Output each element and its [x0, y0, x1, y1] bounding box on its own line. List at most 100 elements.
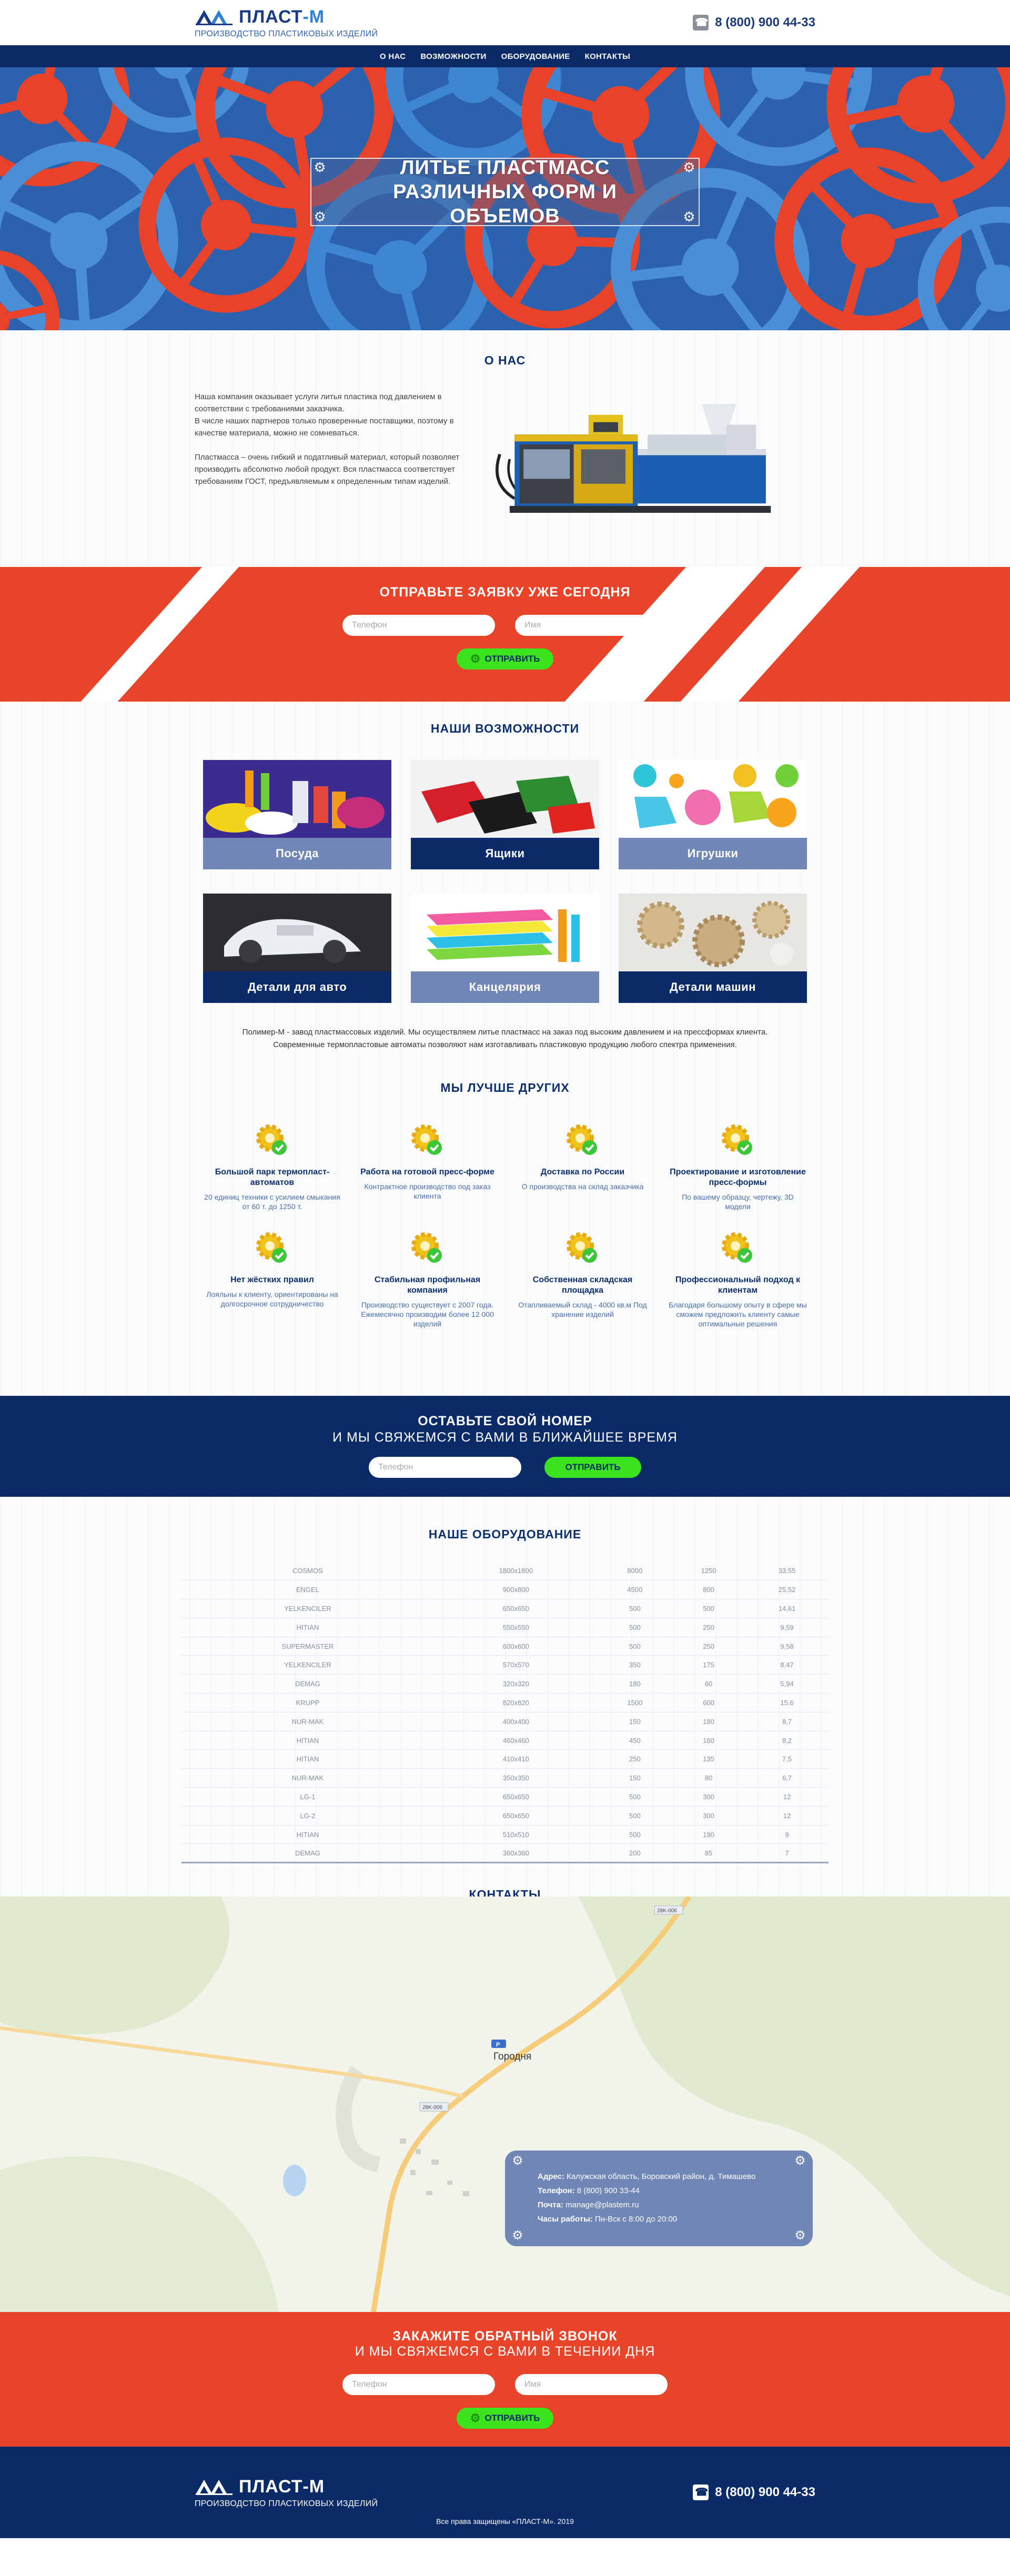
equipment-title: НАШЕ ОБОРУДОВАНИЕ: [428, 1527, 582, 1541]
logo-mark-icon: [196, 10, 233, 25]
gear-icon: ⚙: [683, 159, 695, 175]
footer-phone[interactable]: 8 (800) 900 44-33: [693, 2484, 815, 2500]
table-cell: 5,94: [745, 1674, 829, 1694]
table-cell: YELKENCILER: [181, 1655, 434, 1675]
advantage-item: Работа на готовой пресс-форме Контрактное…: [350, 1121, 505, 1211]
submit-button[interactable]: ⚙ ОТПРАВИТЬ: [457, 2408, 553, 2429]
table-cell: 85: [671, 1843, 746, 1864]
advantage-desc: Лояльны к клиенту, ориентированы на долг…: [206, 1290, 338, 1308]
table-cell: 650x650: [433, 1599, 598, 1618]
table-cell: 7,5: [745, 1749, 829, 1769]
phone-input[interactable]: [369, 1457, 521, 1478]
advantage-desc: 20 единиц техники с усилием смыкания от …: [204, 1193, 340, 1211]
capability-card-boxes[interactable]: Ящики: [411, 760, 599, 869]
table-cell: 650x650: [433, 1787, 598, 1807]
about-title: О НАС: [484, 353, 526, 367]
capability-card-toys[interactable]: Игрушки: [619, 760, 807, 869]
toys-image: [619, 760, 807, 838]
callback-title: ЗАКАЖИТЕ ОБРАТНЫЙ ЗВОНОК: [392, 2329, 618, 2344]
table-cell: 550x550: [433, 1618, 598, 1637]
capability-card-machine-parts[interactable]: Детали машин: [619, 894, 807, 1003]
table-cell: 12: [745, 1787, 829, 1807]
equipment-section: НАШЕ ОБОРУДОВАНИЕ COSMOS 1800x1800 8000 125…: [0, 1497, 1010, 1901]
table-cell: 180: [598, 1674, 672, 1694]
header-phone[interactable]: 8 (800) 900 44-33: [693, 15, 815, 31]
nav-equipment[interactable]: ОБОРУДОВАНИЕ: [501, 52, 570, 61]
nav-about[interactable]: О НАС: [380, 52, 406, 61]
auto-parts-image: [203, 894, 391, 971]
capability-label: Детали машин: [619, 971, 807, 1003]
table-cell: 8000: [598, 1561, 672, 1581]
advantage-desc: Производство существует с 2007 года. Еже…: [361, 1301, 494, 1328]
capability-card-auto-parts[interactable]: Детали для авто: [203, 894, 391, 1003]
table-cell: 350x350: [433, 1768, 598, 1788]
order-form-title: ОТПРАВЬТЕ ЗАЯВКУ УЖЕ СЕГОДНЯ: [379, 585, 631, 600]
about-paragraph: Пластмасса – очень гибкий и податливый м…: [195, 453, 460, 486]
table-cell: 500: [598, 1637, 672, 1656]
map[interactable]: 28K-006 28K-006 Р Городня: [0, 1896, 1010, 2312]
capability-card-stationery[interactable]: Канцелярия: [411, 894, 599, 1003]
dishes-image: [203, 760, 391, 838]
table-cell: HITIAN: [181, 1731, 434, 1750]
table-cell: 8,47: [745, 1655, 829, 1675]
gear-icon: ⚙: [683, 209, 695, 225]
table-row: KRUPP 820x820 1500 600 15,6: [181, 1693, 829, 1712]
submit-button[interactable]: ОТПРАВИТЬ: [544, 1457, 641, 1478]
table-cell: 25,52: [745, 1580, 829, 1600]
table-cell: HITIAN: [181, 1749, 434, 1769]
footer-logo[interactable]: ПЛАСТ-М ПРОИЗВОДСТВО ПЛАСТИКОВЫХ ИЗДЕЛИЙ: [195, 2477, 378, 2509]
contact-email[interactable]: Почта: manage@plastem.ru: [538, 2198, 813, 2212]
svg-text:Р: Р: [496, 2042, 500, 2048]
svg-text:28K-006: 28K-006: [422, 2105, 442, 2111]
table-cell: 15,6: [745, 1693, 829, 1712]
table-cell: 8,7: [745, 1712, 829, 1731]
table-row: HITIAN 510x510 500 190 9: [181, 1825, 829, 1844]
table-cell: 600: [671, 1693, 746, 1712]
submit-button[interactable]: ⚙ ОТПРАВИТЬ: [457, 648, 553, 670]
advantage-desc: Отапливаемый склад - 4000 кв.м Под хране…: [518, 1301, 647, 1319]
contact-phone[interactable]: Телефон: 8 (800) 900 33-44: [538, 2184, 813, 2198]
gear-icon: ⚙: [314, 209, 326, 225]
table-cell: LG-1: [181, 1787, 434, 1807]
table-cell: 500: [598, 1618, 672, 1637]
table-cell: 1250: [671, 1561, 746, 1581]
table-cell: 300: [671, 1806, 746, 1825]
capabilities-description: Полимер-М - завод пластмассовых изделий.…: [242, 1028, 768, 1049]
table-cell: 320x320: [433, 1674, 598, 1694]
name-input[interactable]: [515, 615, 668, 636]
contact-hours: Часы работы: Пн-Вск с 8:00 до 20:00: [538, 2215, 678, 2224]
name-input[interactable]: [515, 2374, 668, 2395]
advantage-item: Проектирование и изготовление пресс-форм…: [660, 1121, 815, 1211]
advantage-title: Собственная складская площадка: [532, 1275, 633, 1295]
table-cell: 450: [598, 1731, 672, 1750]
logo-mark-icon: [196, 2480, 233, 2495]
table-row: DEMAG 320x320 180 60 5,94: [181, 1674, 829, 1694]
logo-name: ПЛАСТ-М: [239, 2476, 325, 2497]
site-header: ПЛАСТ-М ПРОИЗВОДСТВО ПЛАСТИКОВЫХ ИЗДЕЛИЙ…: [0, 0, 1010, 45]
table-cell: 135: [671, 1749, 746, 1769]
table-row: YELKENCILER 570x570 350 175 8,47: [181, 1655, 829, 1675]
callback-blue-section: ОСТАВЬТЕ СВОЙ НОМЕР И МЫ СВЯЖЕМСЯ С ВАМИ…: [0, 1396, 1010, 1497]
machine-parts-image: [619, 894, 807, 971]
table-cell: YELKENCILER: [181, 1599, 434, 1618]
phone-input[interactable]: [342, 615, 495, 636]
map-section[interactable]: 28K-006 28K-006 Р Городня Адрес: Калужск…: [0, 1896, 1010, 2312]
gear-check-icon: [256, 1124, 287, 1155]
stationery-image: [411, 894, 599, 971]
capabilities-title: НАШИ ВОЗМОЖНОСТИ: [430, 722, 580, 735]
table-cell: 350: [598, 1655, 672, 1675]
table-cell: 500: [598, 1599, 672, 1618]
gear-icon: ⚙: [794, 2228, 806, 2243]
gear-icon: ⚙: [512, 2228, 523, 2243]
advantage-title: Большой парк термопласт-автоматов: [215, 1168, 330, 1187]
capability-card-dishes[interactable]: Посуда: [203, 760, 391, 869]
nav-contacts[interactable]: КОНТАКТЫ: [585, 52, 630, 61]
table-cell: 4500: [598, 1580, 672, 1600]
logo[interactable]: ПЛАСТ-М ПРОИЗВОДСТВО ПЛАСТИКОВЫХ ИЗДЕЛИЙ: [195, 7, 378, 39]
capability-label: Посуда: [203, 838, 391, 869]
gear-check-icon: [256, 1232, 287, 1263]
nav-capabilities[interactable]: ВОЗМОЖНОСТИ: [420, 52, 486, 61]
phone-input[interactable]: [342, 2374, 495, 2395]
gear-check-icon: [411, 1124, 442, 1155]
table-cell: DEMAG: [181, 1843, 434, 1864]
